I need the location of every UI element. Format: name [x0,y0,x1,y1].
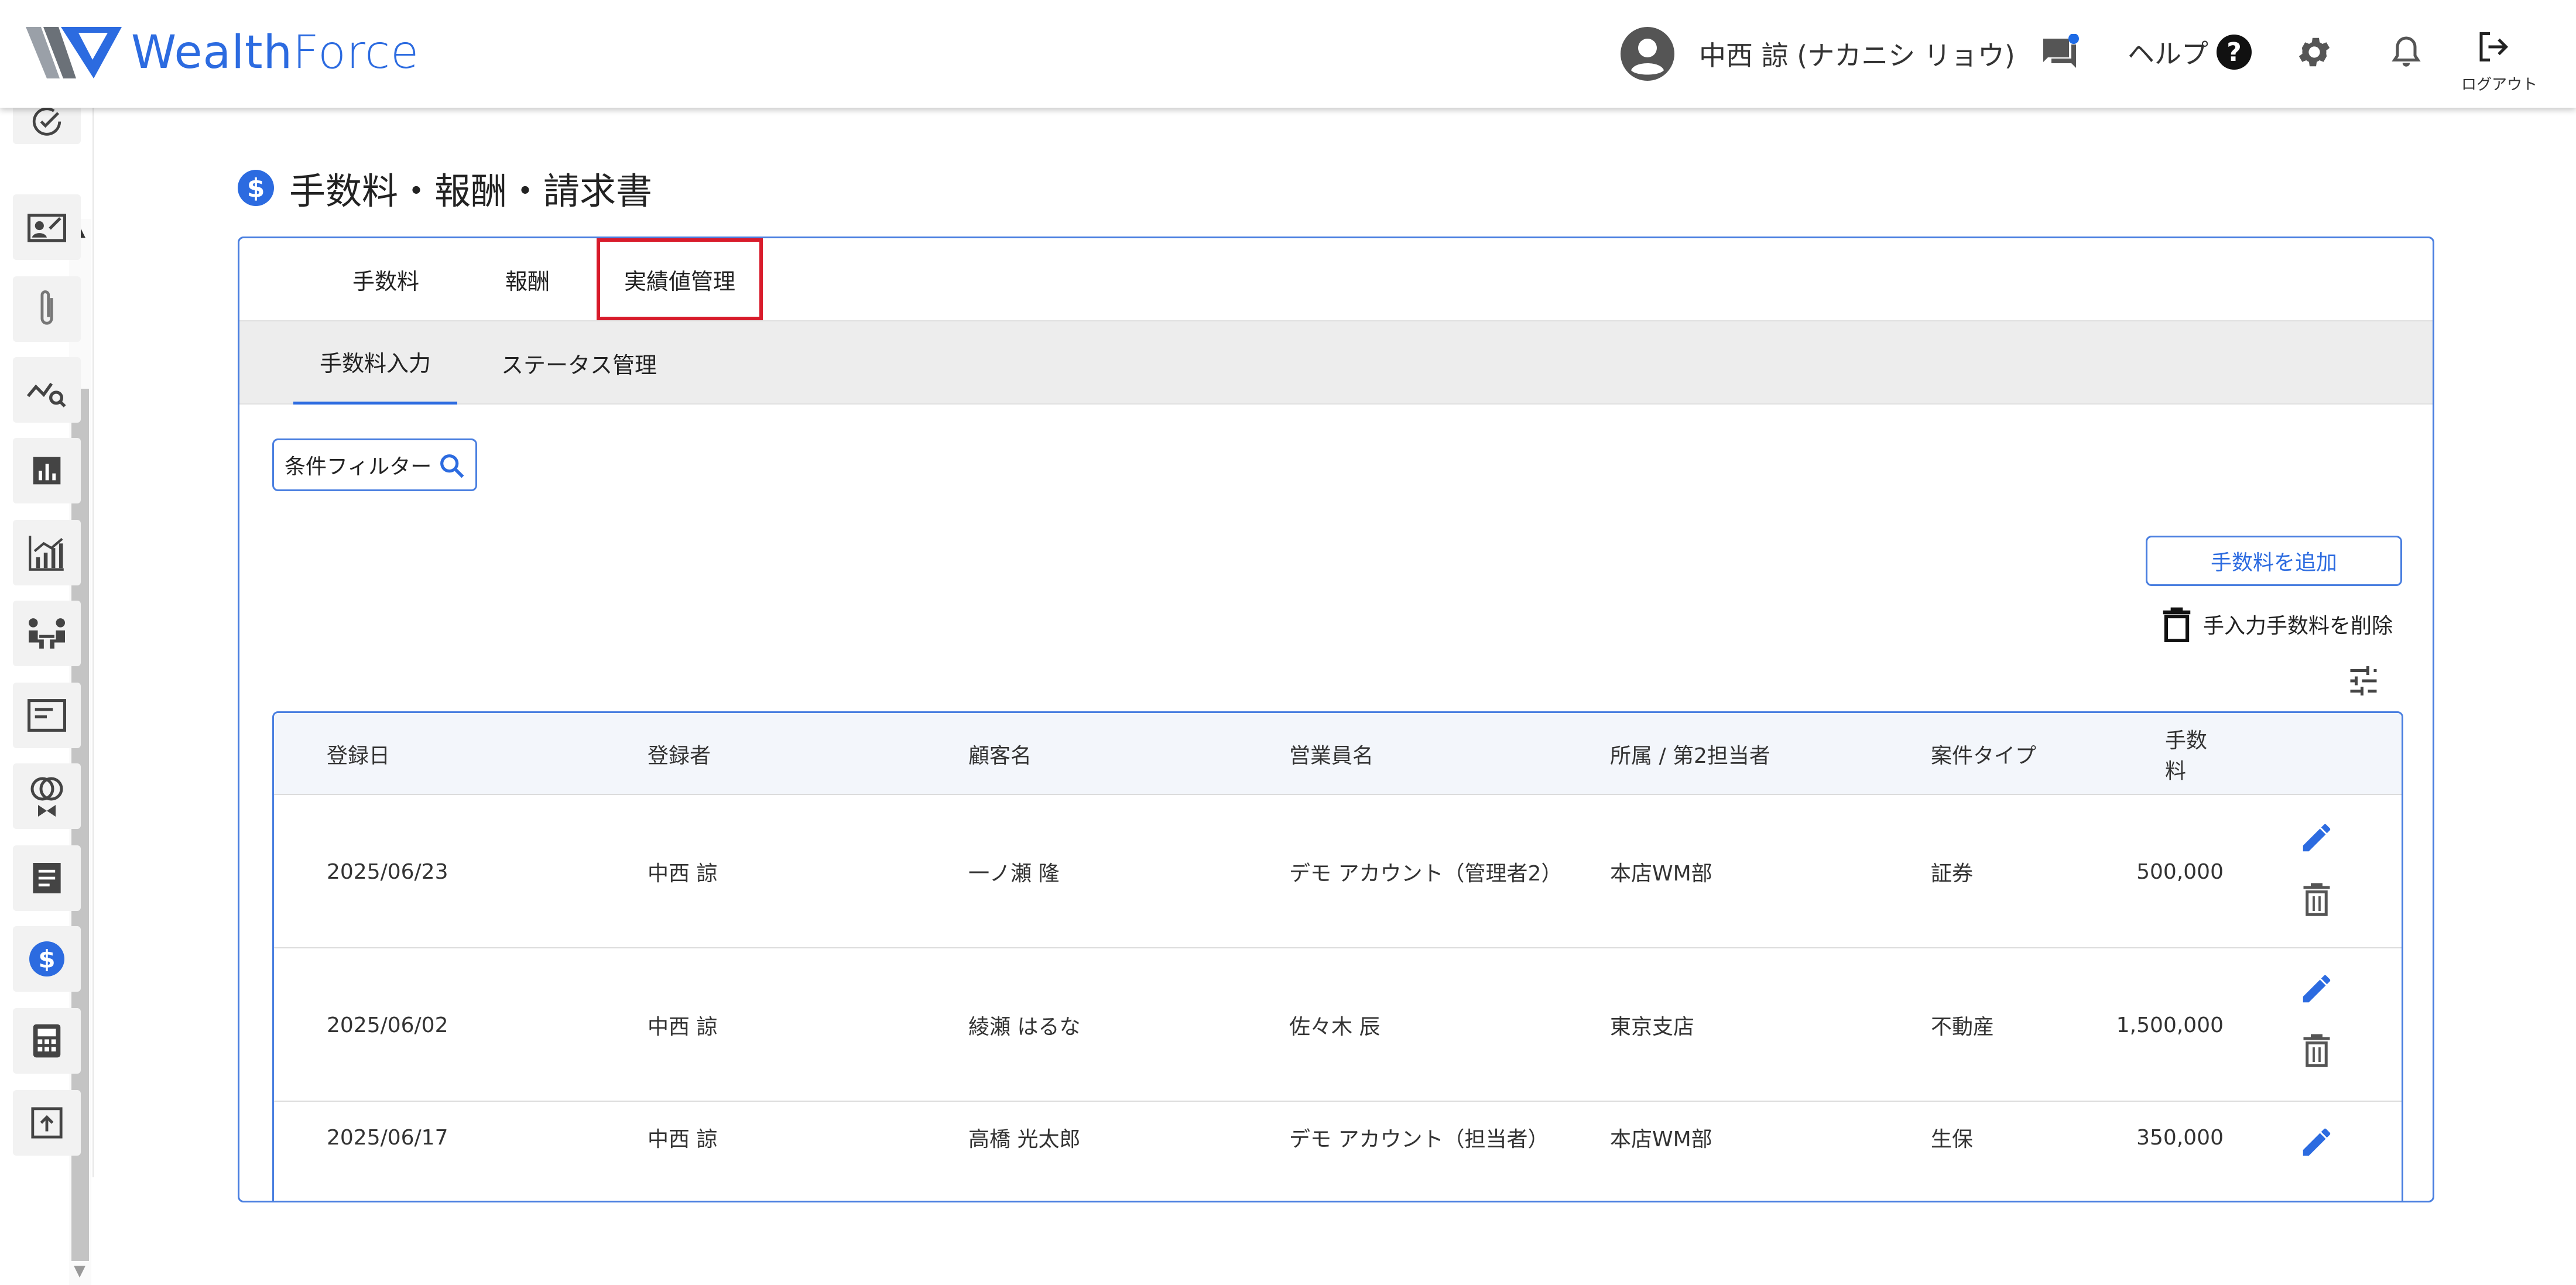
column-header[interactable]: 案件タイプ [1931,713,2036,795]
add-fee-button[interactable]: 手数料を追加 [2146,536,2402,586]
paperclip-icon [40,290,53,325]
sidebar-item-calculator[interactable] [13,1008,81,1074]
main-tabs: 手数料 報酬 実績値管理 [239,238,2433,321]
trash-icon[interactable] [2301,882,2332,917]
bar-chart-icon [33,457,61,485]
column-header[interactable]: 営業員名 [1289,713,1373,795]
cell-customer: 高橋 光太郎 [968,1128,1081,1152]
column-header[interactable]: 登録日 [327,713,390,795]
user-menu[interactable]: 中西 諒 (ナカニシ リョウ) [1621,27,2015,81]
chat-icon[interactable] [2040,34,2080,74]
cell-case-type: 証券 [1931,862,1974,886]
column-settings-icon[interactable] [2345,663,2382,698]
cell-customer: 一ノ瀬 隆 [968,862,1060,886]
table-row[interactable]: 2025/06/23 中西 諒 一ノ瀬 隆 デモ アカウント（管理者2） 本店W… [274,795,2402,948]
scroll-down-arrow-icon[interactable]: ▼ [74,1262,85,1280]
sidebar: ▲ ▼ [0,107,94,1285]
cell-date: 2025/06/23 [327,859,448,884]
page-title: 手数料・報酬・請求書 [289,170,653,213]
logo-mark-icon [26,27,122,78]
help-icon: ? [2217,35,2252,70]
cell-department: 本店WM部 [1610,862,1712,886]
gear-icon[interactable] [2295,33,2334,71]
logout-label[interactable]: ログアウト [2461,73,2537,94]
sidebar-item-attachments[interactable] [13,276,81,342]
sidebar-item-check[interactable] [13,107,81,144]
user-name: 中西 諒 (ナカニシ リョウ) [1699,40,2015,71]
rings-icon [30,777,63,817]
column-header[interactable]: 所属 / 第2担当者 [1610,713,1770,795]
contact-card-icon [28,214,66,242]
avatar-icon [1621,27,1674,81]
growth-chart-icon [29,536,64,571]
condition-filter-button[interactable]: 条件フィルター [272,438,477,491]
tab-fees[interactable]: 手数料 [327,238,444,320]
edit-icon[interactable] [2298,971,2335,1007]
fees-table: 登録日 登録者 顧客名 営業員名 所属 / 第2担当者 案件タイプ 手数料 20… [272,711,2403,1201]
cell-fee: 500,000 [2136,859,2224,884]
delete-manual-fees-button[interactable]: 手入力手数料を削除 [2161,606,2393,642]
logout-icon[interactable] [2475,29,2510,64]
fees-panel: 手数料 報酬 実績値管理 手数料入力 ステータス管理 条件フィルター 手数料を追… [238,237,2434,1202]
subtab-status-management[interactable]: ステータス管理 [474,321,684,405]
cell-fee: 350,000 [2136,1125,2224,1150]
help-label: ヘルプ [2128,38,2208,70]
calculator-icon [33,1024,61,1058]
news-icon [28,699,66,732]
delete-manual-label: 手入力手数料を削除 [2203,614,2393,638]
sidebar-item-export[interactable] [13,1090,81,1156]
tab-label: 実績値管理 [624,268,735,294]
dollar-icon: $ [29,941,64,976]
wealthforce-logo[interactable]: WealthForce [26,23,419,82]
tab-performance-management[interactable]: 実績値管理 [597,238,763,320]
meeting-icon [29,618,65,649]
column-header[interactable]: 手数料 [2165,713,2224,795]
sidebar-item-documents[interactable] [13,845,81,911]
trash-icon [2163,607,2191,642]
bell-icon[interactable] [2389,33,2424,73]
sidebar-item-reports[interactable] [13,438,81,503]
logo-text: WealthForce [131,26,420,79]
help-button[interactable]: ヘルプ ? [2128,33,2252,71]
dollar-icon: $ [238,170,274,206]
cell-case-type: 生保 [1931,1128,1974,1152]
tab-compensation[interactable]: 報酬 [481,238,574,320]
cell-sales-rep: デモ アカウント（管理者2） [1289,862,1563,886]
sidebar-item-growth[interactable] [13,520,81,585]
column-header[interactable]: 顧客名 [968,713,1032,795]
cell-sales-rep: デモ アカウント（担当者） [1289,1128,1549,1152]
column-header[interactable]: 登録者 [648,713,711,795]
cell-department: 本店WM部 [1610,1128,1712,1152]
sidebar-item-analysis[interactable] [13,357,81,423]
subtab-label: 手数料入力 [319,351,431,376]
app-header: WealthForce 中西 諒 (ナカニシ リョウ) ヘルプ ? ログアウト [0,0,2576,108]
search-icon [440,454,464,478]
document-icon [33,863,61,893]
tab-label: 報酬 [505,268,550,294]
edit-icon[interactable] [2298,1124,2335,1160]
sidebar-item-relations[interactable] [13,763,81,829]
upload-icon [31,1107,63,1139]
cell-registrant: 中西 諒 [648,862,718,886]
check-circle-icon [32,107,61,136]
cell-date: 2025/06/17 [327,1125,448,1150]
subtab-label: ステータス管理 [501,352,657,378]
sidebar-item-contacts[interactable] [13,194,81,260]
cell-registrant: 中西 諒 [648,1128,718,1152]
sidebar-item-fees[interactable]: $ [13,926,81,992]
add-fee-label: 手数料を追加 [2210,551,2337,575]
tab-label: 手数料 [352,268,419,294]
sidebar-item-news[interactable] [13,683,81,748]
table-row[interactable]: 2025/06/17 中西 諒 高橋 光太郎 デモ アカウント（担当者） 本店W… [274,1102,2402,1201]
subtab-fee-input[interactable]: 手数料入力 [293,321,457,405]
edit-icon[interactable] [2298,820,2335,856]
page-header: $ 手数料・報酬・請求書 [238,162,652,214]
sidebar-item-meetings[interactable] [13,601,81,666]
filter-label: 条件フィルター [285,455,432,479]
trash-icon[interactable] [2301,1033,2332,1068]
sub-tabs: 手数料入力 ステータス管理 [239,321,2433,405]
chart-search-icon [26,382,66,407]
table-header: 登録日 登録者 顧客名 営業員名 所属 / 第2担当者 案件タイプ 手数料 [274,713,2402,795]
